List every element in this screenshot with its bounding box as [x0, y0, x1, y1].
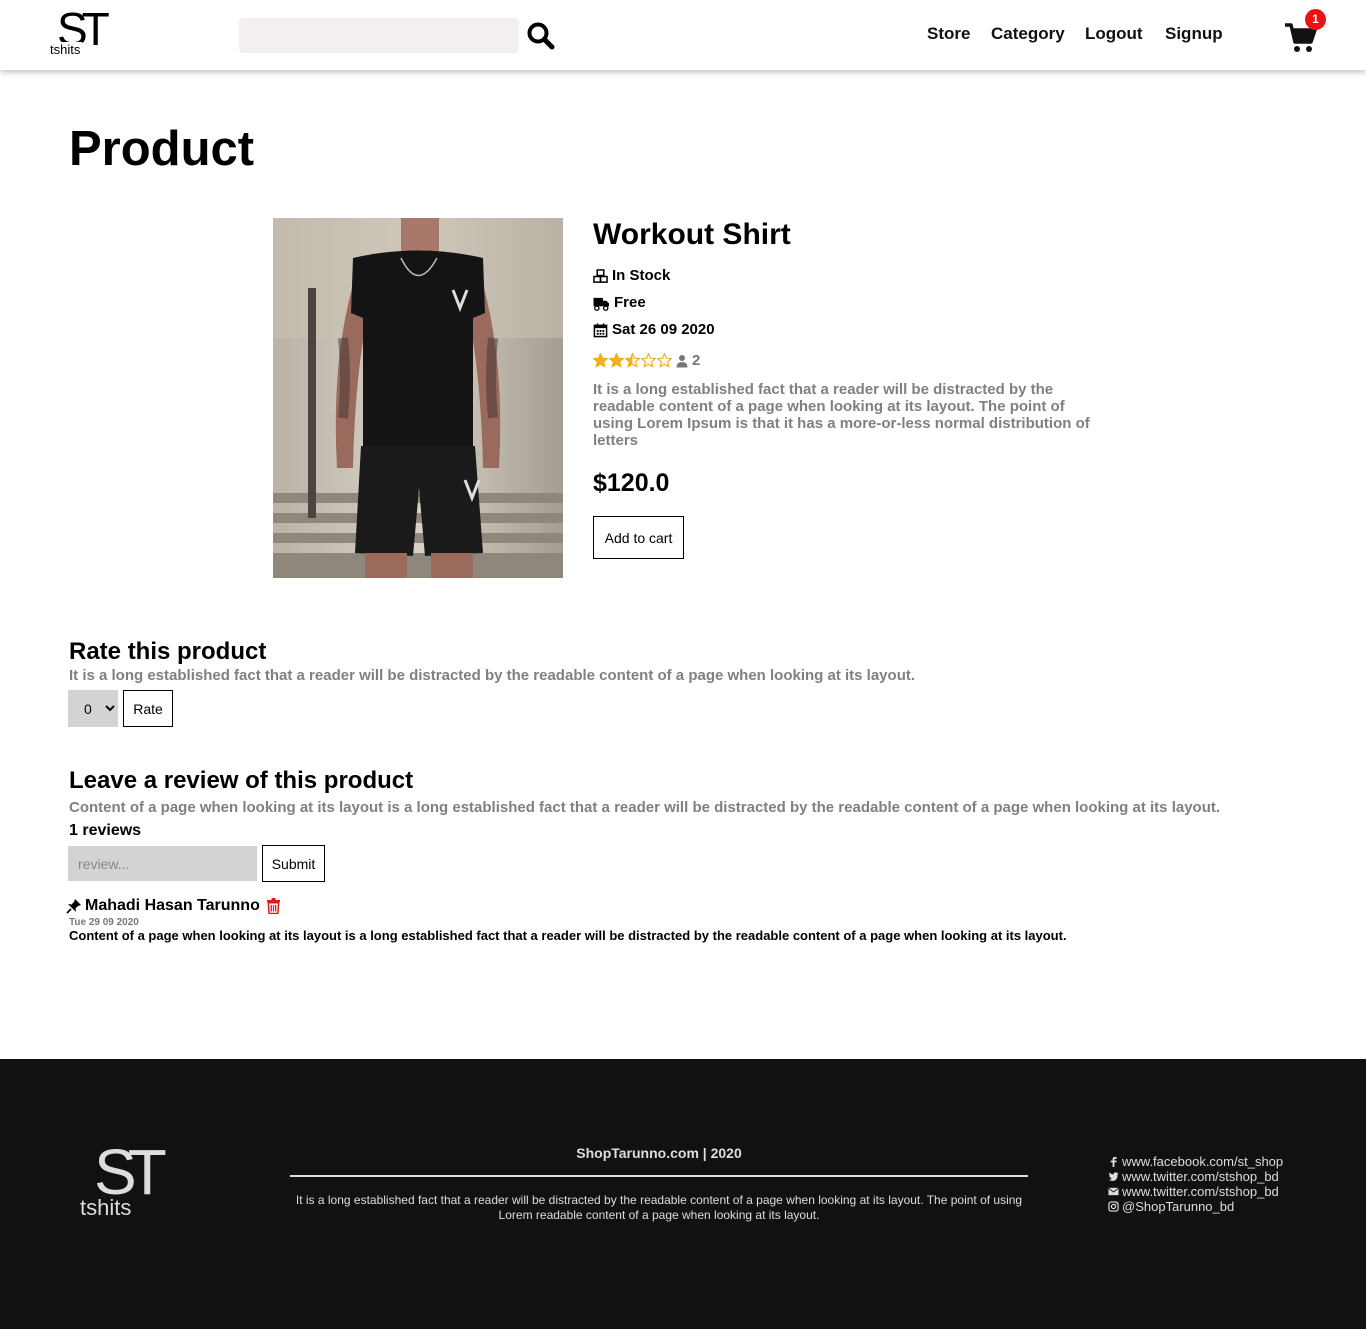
- stock-text: In Stock: [612, 267, 671, 284]
- facebook-icon: [1110, 1156, 1117, 1167]
- search-icon: [527, 22, 555, 50]
- product-name: Workout Shirt: [593, 218, 791, 251]
- search-input[interactable]: [239, 18, 519, 53]
- footer-logo-text: tshits: [80, 1195, 134, 1221]
- product-image: [273, 218, 563, 578]
- instagram-icon: [1108, 1201, 1119, 1212]
- nav-link-store[interactable]: Store: [927, 24, 970, 44]
- nav-link-signup[interactable]: Signup: [1165, 24, 1223, 44]
- rate-button[interactable]: Rate: [123, 690, 173, 727]
- search-button[interactable]: [526, 21, 556, 51]
- social-text-instagram: @ShopTarunno_bd: [1122, 1199, 1235, 1214]
- rating-select[interactable]: 0: [68, 690, 118, 727]
- submit-review-button[interactable]: Submit: [262, 845, 325, 882]
- review-date: Tue 29 09 2020: [69, 917, 139, 928]
- shipping-info: Free: [593, 294, 646, 312]
- footer-description: It is a long established fact that a rea…: [295, 1193, 1023, 1222]
- logo-text: tshits: [50, 42, 83, 58]
- review-section-title: Leave a review of this product: [69, 767, 414, 794]
- nav-link-logout[interactable]: Logout: [1085, 24, 1143, 44]
- reviews-count: 1 reviews: [69, 822, 142, 839]
- review-author: Mahadi Hasan Tarunno: [66, 897, 281, 915]
- social-link-email[interactable]: www.twitter.com/stshop_bd: [1108, 1184, 1283, 1199]
- star-full-icon: [609, 353, 624, 368]
- stock-status: In Stock: [593, 267, 670, 285]
- rate-section-title: Rate this product: [69, 638, 267, 665]
- shipping-text: Free: [614, 294, 646, 311]
- social-link-facebook[interactable]: www.facebook.com/st_shop: [1108, 1154, 1283, 1169]
- page-title: Product: [69, 122, 255, 176]
- date-info: Sat 26 09 2020: [593, 321, 715, 339]
- footer-logo: ST tshits: [80, 1137, 190, 1239]
- calendar-icon: [593, 322, 608, 337]
- social-text-email: www.twitter.com/stshop_bd: [1122, 1184, 1279, 1199]
- review-input[interactable]: [68, 846, 257, 881]
- review-section-description: Content of a page when looking at its la…: [69, 799, 1221, 816]
- add-to-cart-button[interactable]: Add to cart: [593, 516, 684, 559]
- footer-brand: ShopTarunno.com | 2020: [576, 1145, 742, 1161]
- nav-link-category[interactable]: Category: [991, 24, 1065, 44]
- trash-icon[interactable]: [266, 898, 281, 914]
- cubes-icon: [593, 268, 608, 283]
- navbar: ST tshits Store Category Logout Signup 1: [0, 0, 1366, 70]
- star-empty-icon: [657, 353, 672, 368]
- user-icon: [676, 354, 688, 367]
- social-link-instagram[interactable]: @ShopTarunno_bd: [1108, 1199, 1283, 1214]
- social-text-twitter: www.twitter.com/stshop_bd: [1122, 1169, 1279, 1184]
- footer: ST tshits ShopTarunno.com | 2020 It is a…: [0, 1059, 1366, 1329]
- product-rating: 2: [593, 352, 700, 369]
- footer-divider: [290, 1175, 1028, 1177]
- star-full-icon: [593, 353, 608, 368]
- review-text: Content of a page when looking at its la…: [69, 928, 1067, 943]
- thumbtack-icon: [66, 899, 81, 914]
- twitter-icon: [1108, 1172, 1119, 1181]
- truck-icon: [593, 297, 609, 311]
- star-half-icon: [625, 353, 640, 368]
- social-link-twitter[interactable]: www.twitter.com/stshop_bd: [1108, 1169, 1283, 1184]
- rating-count: 2: [692, 352, 701, 369]
- logo[interactable]: ST tshits: [50, 4, 110, 62]
- product-description: It is a long established fact that a rea…: [593, 381, 1090, 449]
- review-author-name: Mahadi Hasan Tarunno: [85, 897, 260, 914]
- product-price: $120.0: [593, 469, 670, 497]
- cart-count-badge: 1: [1305, 9, 1326, 30]
- envelope-icon: [1108, 1187, 1119, 1196]
- rate-section-description: It is a long established fact that a rea…: [69, 667, 916, 684]
- date-text: Sat 26 09 2020: [612, 321, 715, 338]
- footer-social-links: www.facebook.com/st_shop www.twitter.com…: [1108, 1154, 1283, 1214]
- star-empty-icon: [641, 353, 656, 368]
- social-text-facebook: www.facebook.com/st_shop: [1122, 1154, 1284, 1169]
- rating-stars: [593, 353, 673, 368]
